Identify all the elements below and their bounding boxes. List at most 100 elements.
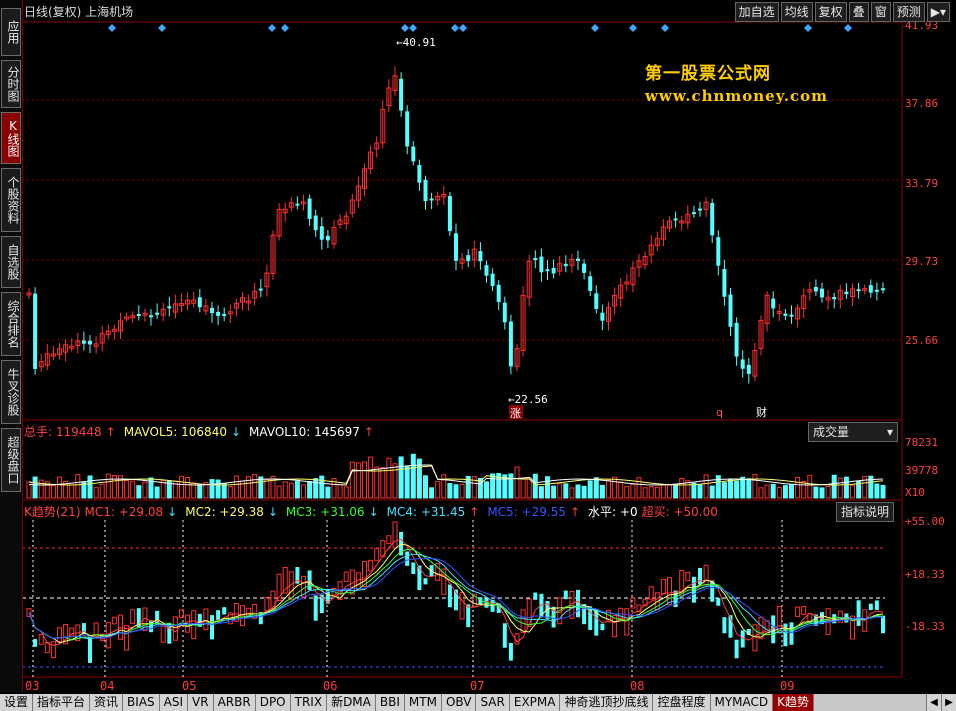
- tab-item[interactable]: 控盘程度: [653, 694, 711, 711]
- moving-average-button[interactable]: 均线: [780, 2, 813, 22]
- tab-item[interactable]: ASI: [159, 694, 189, 711]
- tab-item[interactable]: MTM: [404, 694, 442, 711]
- tab-item[interactable]: BBI: [375, 694, 405, 711]
- tab-item[interactable]: MYMACD: [710, 694, 774, 711]
- event-diamond: [158, 24, 166, 32]
- candle-body: [716, 237, 721, 266]
- volume-bar: [227, 486, 233, 499]
- nav-watchlist[interactable]: 自选股: [1, 236, 21, 288]
- indicator-candle: [801, 606, 807, 615]
- scroll-left-icon[interactable]: ◀: [926, 694, 941, 711]
- indicator-candle: [624, 608, 630, 636]
- indicator-candle: [710, 580, 715, 602]
- candle-body: [447, 195, 452, 232]
- volume-bar: [606, 479, 611, 499]
- event-diamond: [661, 24, 669, 32]
- volume-bar: [612, 476, 618, 499]
- volume-bar: [697, 484, 703, 499]
- volume-bar: [667, 484, 672, 499]
- header-value: K趋势(21): [24, 505, 81, 519]
- tab-item[interactable]: BIAS: [123, 694, 160, 711]
- volume-bar: [807, 474, 813, 499]
- volume-bar: [264, 478, 270, 499]
- volume-bar: [453, 484, 459, 499]
- volume-scale-label: 39778: [905, 464, 938, 477]
- volume-bar: [728, 478, 733, 499]
- candle-body: [484, 265, 489, 276]
- nav-kline[interactable]: K线图: [1, 112, 21, 164]
- tab-item[interactable]: 新DMA: [327, 694, 376, 711]
- scroll-right-icon[interactable]: ▶: [941, 694, 956, 711]
- volume-dropdown[interactable]: 成交量 ▾: [808, 422, 898, 442]
- candle-body: [734, 322, 739, 357]
- indicator-candle: [667, 577, 672, 606]
- volume-bar: [69, 484, 75, 499]
- nav-ranking[interactable]: 综合排名: [1, 292, 21, 356]
- play-menu-icon[interactable]: ▶▾: [926, 2, 950, 22]
- nav-stock-profile[interactable]: 个股资料: [1, 168, 21, 232]
- candle-body: [319, 226, 324, 240]
- candle-body: [576, 258, 580, 261]
- tab-item[interactable]: 指标平台: [33, 694, 91, 711]
- date-label: 04: [100, 679, 115, 693]
- overlay-button[interactable]: 叠: [848, 2, 869, 22]
- candle-body: [722, 269, 727, 297]
- tab-item[interactable]: DPO: [255, 694, 291, 711]
- tab-item[interactable]: 资讯: [90, 694, 124, 711]
- indicator-help-button[interactable]: 指标说明: [836, 502, 895, 522]
- volume-bar: [301, 484, 306, 499]
- indicator-candle: [660, 578, 666, 595]
- nav-app[interactable]: 应用: [1, 8, 21, 56]
- indicator-candle: [600, 623, 605, 631]
- volume-bar: [93, 487, 99, 499]
- event-diamond: [409, 24, 417, 32]
- window-button[interactable]: 窗: [870, 2, 891, 22]
- volume-bar: [660, 484, 666, 499]
- tab-item[interactable]: 设置: [0, 694, 34, 711]
- volume-bar: [880, 484, 886, 499]
- candle-body: [307, 198, 312, 219]
- volume-bar: [368, 456, 374, 499]
- volume-bar: [679, 478, 685, 499]
- tab-item[interactable]: TRIX: [290, 694, 328, 711]
- event-diamond: [591, 24, 599, 32]
- nav-intraday[interactable]: 分时图: [1, 60, 21, 108]
- forecast-button[interactable]: 预测: [892, 2, 925, 22]
- indicator-candle: [648, 586, 654, 600]
- tab-item[interactable]: SAR: [476, 694, 510, 711]
- volume-bar: [136, 485, 142, 499]
- indicator-candle: [38, 633, 44, 645]
- tab-item[interactable]: VR: [188, 694, 214, 711]
- indicator-candle: [698, 567, 702, 585]
- tab-item[interactable]: K趋势: [773, 694, 815, 711]
- candle-body: [411, 146, 416, 162]
- candle-body: [466, 255, 471, 262]
- candle-body: [88, 340, 92, 345]
- volume-bar: [392, 463, 398, 499]
- volume-bar: [233, 475, 239, 499]
- volume-bar: [624, 486, 630, 499]
- tab-item[interactable]: OBV: [441, 694, 477, 711]
- event-diamond: [108, 24, 116, 32]
- indicator-candle: [368, 559, 374, 572]
- volume-bar: [850, 484, 855, 499]
- adjust-button[interactable]: 复权: [814, 2, 847, 22]
- price-scale-label: 33.79: [905, 177, 938, 190]
- indicator-candle: [203, 608, 209, 630]
- tab-item[interactable]: ARBR: [213, 694, 256, 711]
- event-diamond: [459, 24, 467, 32]
- event-diamond: [629, 24, 637, 32]
- nav-super-level[interactable]: 超级盘口: [1, 428, 21, 492]
- nav-diagnosis[interactable]: 牛叉诊股: [1, 360, 21, 424]
- candle-body: [539, 256, 544, 273]
- volume-bar: [581, 485, 587, 499]
- add-watchlist-button[interactable]: 加自选: [734, 2, 779, 22]
- indicator-candle: [563, 590, 568, 600]
- volume-bar: [130, 480, 136, 499]
- candle-body: [551, 267, 556, 274]
- q-marker: q: [716, 406, 723, 419]
- volume-bar: [362, 461, 367, 499]
- indicator-candle: [210, 615, 214, 640]
- tab-item[interactable]: 神奇逃顶抄底线: [560, 694, 654, 711]
- tab-item[interactable]: EXPMA: [509, 694, 561, 711]
